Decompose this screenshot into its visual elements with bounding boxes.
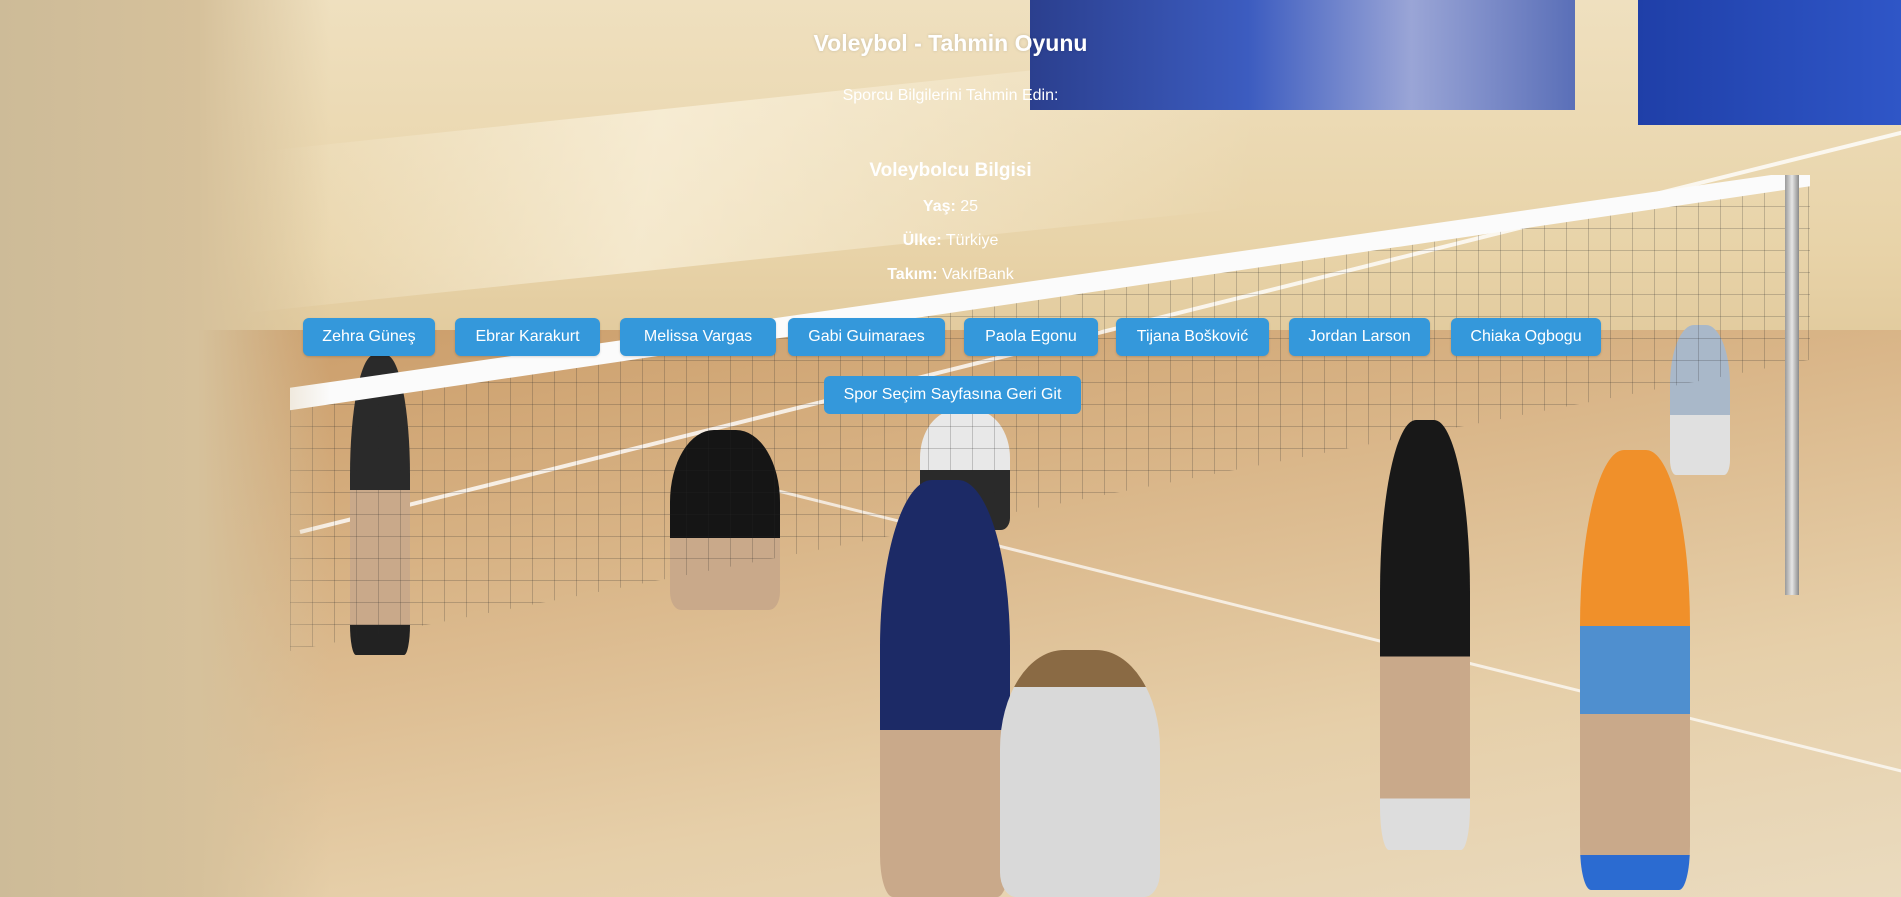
choice-button[interactable]: Paola Egonu xyxy=(964,318,1098,356)
choice-button[interactable]: Zehra Güneş xyxy=(303,318,435,356)
country-label: Ülke: xyxy=(902,232,942,249)
choice-button[interactable]: Melissa Vargas xyxy=(620,318,776,356)
choice-button[interactable]: Ebrar Karakurt xyxy=(455,318,600,356)
age-value: 25 xyxy=(960,198,979,215)
team-row: Takım: VakıfBank xyxy=(0,251,1901,285)
answer-choices: Zehra Güneş Ebrar Karakurt Melissa Varga… xyxy=(0,318,1901,356)
country-row: Ülke: Türkiye xyxy=(0,217,1901,251)
team-value: VakıfBank xyxy=(942,266,1014,283)
athlete-info-card: Voleybolcu Bilgisi Yaş: 25 Ülke: Türkiye… xyxy=(0,106,1901,285)
age-label: Yaş: xyxy=(922,198,956,215)
country-value: Türkiye xyxy=(945,232,999,249)
back-to-sport-selection-button[interactable]: Spor Seçim Sayfasına Geri Git xyxy=(824,376,1081,414)
choice-button[interactable]: Gabi Guimaraes xyxy=(788,318,945,356)
game-container: Voleybol - Tahmin Oyunu Sporcu Bilgileri… xyxy=(0,0,1901,285)
choice-button[interactable]: Tijana Bošković xyxy=(1116,318,1269,356)
page-title: Voleybol - Tahmin Oyunu xyxy=(813,30,1088,56)
choice-button[interactable]: Chiaka Ogbogu xyxy=(1451,318,1601,356)
team-label: Takım: xyxy=(887,266,938,283)
choice-button[interactable]: Jordan Larson xyxy=(1289,318,1430,356)
athlete-info-heading: Voleybolcu Bilgisi xyxy=(869,160,1032,181)
instruction-text: Sporcu Bilgilerini Tahmin Edin: xyxy=(842,87,1059,104)
age-row: Yaş: 25 xyxy=(0,183,1901,217)
